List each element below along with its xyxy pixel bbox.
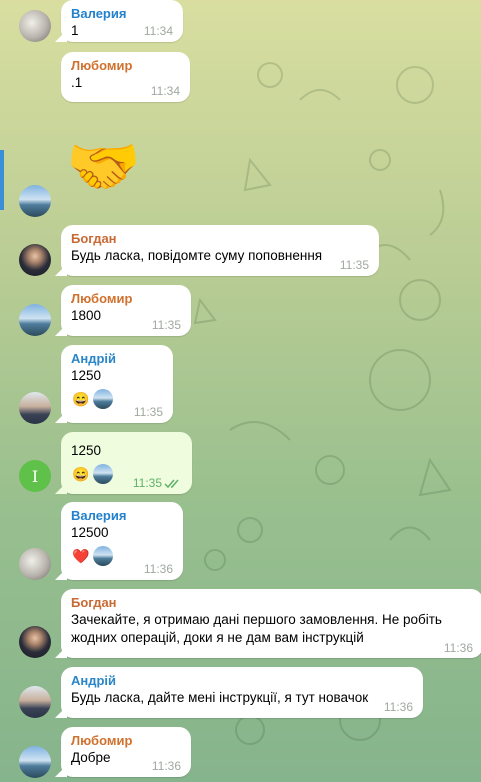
reaction-emoji[interactable]: 😄 xyxy=(71,389,91,409)
reaction-avatar xyxy=(93,546,113,566)
message-time: 11:36 xyxy=(143,562,173,576)
reaction-avatar xyxy=(93,389,113,409)
sender-name[interactable]: Богдан xyxy=(71,594,473,611)
message-bubble[interactable]: Богдан Будь ласка, повідомте суму поповн… xyxy=(61,225,379,276)
sender-name[interactable]: Любомир xyxy=(71,57,180,74)
avatar-bogdan[interactable] xyxy=(19,626,51,658)
message-bubble[interactable]: Любомир Добре 11:36 xyxy=(61,727,191,777)
sender-name[interactable]: Андрій xyxy=(71,350,163,367)
sender-name[interactable]: Валерия xyxy=(71,507,173,524)
message-time: 11:35 xyxy=(339,258,369,272)
avatar-bogdan[interactable] xyxy=(19,244,51,276)
message-text: Будь ласка, повідомте суму поповнення xyxy=(71,248,323,263)
message-bubble[interactable]: Валерия 1 11:34 xyxy=(61,0,183,42)
reaction-emoji[interactable]: ❤️ xyxy=(71,546,91,566)
message-time: 11:34 xyxy=(150,84,180,98)
avatar-andrii[interactable] xyxy=(19,686,51,718)
message-text-line: жодних операцій, доки я не дам вам інстр… xyxy=(71,630,364,645)
message-time: 11:36 xyxy=(151,759,181,773)
avatar-lubomyr[interactable] xyxy=(19,304,51,336)
message-time: 11:36 xyxy=(443,641,473,655)
avatar-andrii[interactable] xyxy=(19,392,51,424)
message-bubble[interactable]: Андрій Будь ласка, дайте мені інструкції… xyxy=(61,667,423,718)
message-text: 1250 xyxy=(71,368,102,383)
avatar-lubomyr[interactable] xyxy=(19,746,51,778)
message-time: 11:34 xyxy=(143,24,173,38)
message-bubble[interactable]: Валерия 12500 ❤️ 11:36 xyxy=(61,502,183,580)
message-bubble[interactable]: Любомир .1 11:34 xyxy=(61,52,190,102)
message-time: 11:35 xyxy=(132,476,162,490)
sender-name[interactable]: Любомир xyxy=(71,290,181,307)
avatar-own[interactable]: I xyxy=(19,460,51,492)
message-bubble[interactable]: Андрій 1250 😄 11:35 xyxy=(61,345,173,423)
reaction-emoji[interactable]: 😄 xyxy=(71,464,91,484)
read-checkmarks-icon xyxy=(164,479,179,489)
message-text-line: Зачекайте, я отримаю дані першого замовл… xyxy=(71,612,442,627)
reaction-avatar xyxy=(93,464,113,484)
chat-message-list[interactable]: Валерия 1 11:34 Любомир .1 11:34 🤝 Богда… xyxy=(0,0,481,782)
handshake-sticker[interactable]: 🤝 xyxy=(66,134,164,200)
message-bubble[interactable]: Богдан Зачекайте, я отримаю дані першого… xyxy=(61,589,481,658)
sender-name[interactable]: Богдан xyxy=(71,230,369,247)
sender-name[interactable]: Любомир xyxy=(71,732,181,749)
message-text: Будь ласка, дайте мені інструкції, я тут… xyxy=(71,690,369,705)
avatar-lubomyr[interactable] xyxy=(19,185,51,217)
message-text: 1250 xyxy=(71,443,102,458)
message-bubble[interactable]: Любомир 1800 11:35 xyxy=(61,285,191,336)
sender-name[interactable]: Валерия xyxy=(71,5,173,22)
avatar-valeria[interactable] xyxy=(19,10,51,42)
own-message-bubble[interactable]: 1250 😄 11:35 xyxy=(61,432,192,494)
sender-name[interactable]: Андрій xyxy=(71,672,413,689)
message-time: 11:36 xyxy=(383,700,413,714)
avatar-valeria[interactable] xyxy=(19,548,51,580)
message-time: 11:35 xyxy=(151,318,181,332)
message-text: 12500 xyxy=(71,525,109,540)
message-time: 11:35 xyxy=(133,405,163,419)
